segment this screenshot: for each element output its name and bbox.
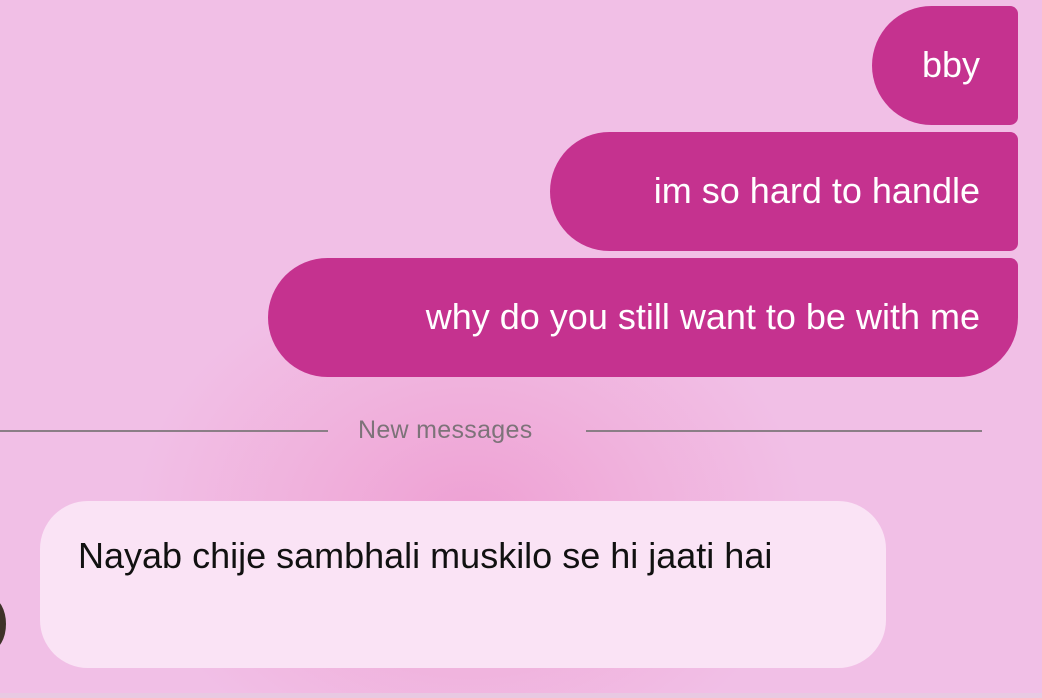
- sent-message-bubble[interactable]: bby: [872, 6, 1018, 125]
- composer-edge: [0, 693, 1042, 698]
- sent-message-bubble[interactable]: im so hard to handle: [550, 132, 1018, 251]
- message-text: im so hard to handle: [653, 170, 980, 212]
- new-messages-label: New messages: [358, 416, 533, 444]
- received-message-bubble[interactable]: Nayab chije sambhali muskilo se hi jaati…: [40, 501, 886, 668]
- message-text: why do you still want to be with me: [425, 296, 980, 338]
- sent-message-bubble[interactable]: why do you still want to be with me: [268, 258, 1018, 377]
- divider-line-left: [0, 430, 328, 432]
- message-text: bby: [921, 44, 980, 86]
- new-messages-divider: New messages: [0, 408, 982, 456]
- message-text: Nayab chije sambhali muskilo se hi jaati…: [78, 535, 773, 576]
- divider-line-right: [586, 430, 982, 432]
